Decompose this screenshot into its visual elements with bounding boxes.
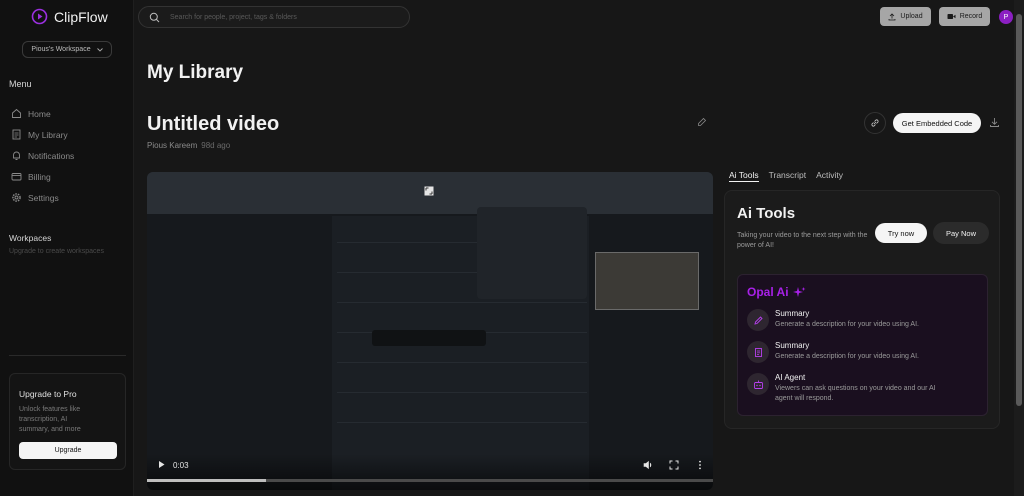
tab-transcript[interactable]: Transcript	[769, 170, 806, 182]
current-time: 0:03	[173, 461, 189, 470]
record-label: Record	[959, 13, 983, 20]
more-vertical-icon[interactable]	[695, 460, 705, 470]
app-name: ClipFlow	[54, 8, 108, 25]
fullscreen-icon[interactable]	[669, 460, 679, 470]
bot-icon	[753, 380, 763, 389]
expand-icon	[424, 186, 434, 196]
feature-summary: Summary Generate a description for your …	[747, 341, 955, 363]
record-button[interactable]: Record	[939, 7, 990, 26]
feature-summary: Summary Generate a description for your …	[747, 309, 955, 331]
sidebar-item-my-library[interactable]: My Library	[11, 124, 74, 145]
search-input[interactable]: Search for people, project, tags & folde…	[138, 6, 410, 28]
player-controls	[147, 454, 713, 490]
workspace-name: Pious's Workspace	[31, 46, 91, 53]
feature-ai-agent: AI Agent Viewers can ask questions on yo…	[747, 373, 955, 404]
video-camera-icon	[947, 14, 956, 19]
sidebar-item-label: Settings	[28, 192, 59, 203]
copy-link-button[interactable]	[864, 112, 886, 134]
search-placeholder: Search for people, project, tags & folde…	[170, 13, 297, 21]
feature-title: AI Agent	[775, 373, 806, 382]
menu-title: Menu	[9, 79, 32, 89]
sidebar-menu: Home My Library Notifications Billing Se…	[11, 103, 74, 208]
upgrade-card: Upgrade to Pro Unlock features like tran…	[9, 373, 126, 470]
tab-ai-tools[interactable]: Ai Tools	[729, 170, 759, 182]
upgrade-description: Unlock features like transcription, AI s…	[19, 406, 81, 433]
recorded-row	[337, 362, 587, 363]
upgrade-title: Upgrade to Pro	[19, 389, 77, 399]
sidebar-item-notifications[interactable]: Notifications	[11, 145, 74, 166]
feature-description: Generate a description for your video us…	[775, 353, 919, 360]
upload-icon	[889, 12, 896, 20]
upload-button[interactable]: Upload	[880, 7, 931, 26]
ai-tools-description: Taking your video to the next step with …	[737, 232, 868, 249]
opal-ai-card: Opal Ai Summary Generate a description f…	[737, 274, 988, 416]
workspaces-title: Workpaces	[9, 233, 52, 243]
home-icon	[12, 108, 21, 118]
feature-icon-wrap	[747, 373, 769, 395]
upgrade-button[interactable]: Upgrade	[19, 442, 117, 459]
video-meta: Pious Kareem 98d ago	[147, 141, 230, 150]
recorded-row	[337, 392, 587, 393]
video-player[interactable]: 0:03	[147, 172, 713, 490]
ai-tools-title: Ai Tools	[737, 205, 796, 222]
try-now-button[interactable]: Try now	[875, 223, 927, 243]
sidebar: ClipFlow Pious's Workspace Menu Home My …	[0, 0, 134, 496]
avatar[interactable]: P	[999, 10, 1013, 24]
download-icon[interactable]	[989, 117, 1000, 128]
recorded-webcam-feed	[595, 252, 699, 310]
credit-card-icon	[11, 173, 22, 181]
page-scrollbar[interactable]	[1014, 0, 1024, 496]
gear-icon	[12, 193, 21, 202]
workspaces-subtitle: Upgrade to create workspaces	[9, 248, 104, 255]
file-text-icon	[754, 347, 762, 357]
sidebar-item-settings[interactable]: Settings	[11, 187, 74, 208]
workspace-select[interactable]: Pious's Workspace	[22, 41, 112, 58]
volume-icon[interactable]	[643, 460, 653, 470]
pay-now-button[interactable]: Pay Now	[933, 222, 989, 244]
play-circle-icon	[31, 8, 48, 25]
sidebar-item-label: Home	[28, 108, 51, 119]
sidebar-divider	[9, 355, 126, 356]
search-icon	[149, 12, 160, 22]
feature-description: Viewers can ask questions on your video …	[775, 385, 936, 402]
topbar: Search for people, project, tags & folde…	[134, 0, 1014, 34]
sidebar-item-label: My Library	[28, 129, 68, 140]
tab-activity[interactable]: Activity	[816, 170, 843, 182]
scrollbar-thumb[interactable]	[1016, 14, 1022, 406]
chevron-down-icon	[96, 47, 103, 52]
opal-ai-label: Opal Ai	[747, 285, 789, 299]
video-age: 98d ago	[201, 141, 231, 150]
tabs: Ai Tools Transcript Activity	[729, 170, 843, 182]
edit-icon[interactable]	[697, 117, 707, 127]
sidebar-item-label: Notifications	[28, 150, 75, 161]
feature-icon-wrap	[747, 341, 769, 363]
link-icon	[871, 119, 879, 127]
ai-tools-panel: Ai Tools Taking your video to the next s…	[724, 190, 1000, 429]
get-embedded-code-button[interactable]: Get Embedded Code	[893, 113, 981, 133]
progress-bar[interactable]	[147, 479, 713, 482]
feature-description: Generate a description for your video us…	[775, 321, 919, 328]
feature-icon-wrap	[747, 309, 769, 331]
recorded-row	[337, 422, 587, 423]
opal-ai-title: Opal Ai	[747, 285, 806, 299]
sidebar-item-label: Billing	[28, 171, 51, 182]
sparkles-icon	[792, 286, 806, 297]
pen-icon	[753, 315, 763, 325]
upload-label: Upload	[900, 13, 923, 20]
app-logo[interactable]: ClipFlow	[31, 8, 108, 25]
progress-fill	[147, 479, 266, 482]
page-title: My Library	[147, 62, 244, 83]
feature-title: Summary	[775, 341, 810, 350]
recorded-row	[337, 302, 587, 303]
document-icon	[12, 129, 21, 140]
bell-icon	[13, 151, 20, 160]
author-name: Pious Kareem	[147, 141, 198, 150]
sidebar-item-billing[interactable]: Billing	[11, 166, 74, 187]
play-icon[interactable]	[157, 460, 166, 469]
recorded-dialog	[477, 207, 587, 299]
feature-title: Summary	[775, 309, 810, 318]
video-title: Untitled video	[147, 113, 280, 135]
sidebar-item-home[interactable]: Home	[11, 103, 74, 124]
recorded-record-bar	[372, 330, 486, 346]
